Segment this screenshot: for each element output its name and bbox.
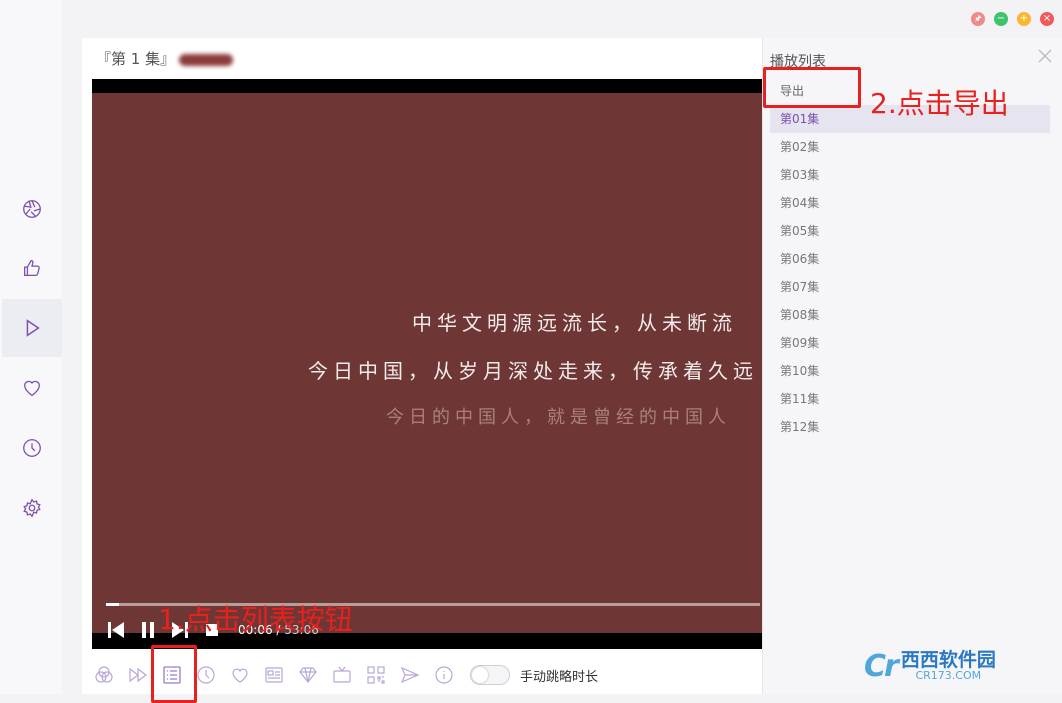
id-card-icon [265,667,283,683]
video-player[interactable]: 中华文明源远流长，从未断流 今日中国，从岁月深处走来，传承着久远 今日的中国人，… [92,79,768,649]
playlist-button-highlight-box [151,645,197,703]
filter-button[interactable] [92,663,116,687]
clock-icon [197,666,215,684]
video-frame: 中华文明源远流长，从未断流 今日中国，从岁月深处走来，传承着久远 今日的中国人，… [92,93,768,633]
qr-code-icon [367,666,385,684]
close-button[interactable]: × [1040,12,1054,26]
close-icon[interactable] [1037,48,1053,64]
heart-icon [24,380,40,397]
watermark-main: 西西软件园 [900,649,996,671]
qr-code-button[interactable] [364,663,388,687]
skip-forward-icon [129,667,147,683]
aperture-icon [23,200,41,218]
pin-button[interactable]: 🖈 [971,12,985,26]
subtitle-line-2: 今日中国，从岁月深处走来，传承着久远 [308,359,758,383]
history-button[interactable] [194,663,218,687]
vip-button[interactable] [296,663,320,687]
sidebar-item-player[interactable] [2,299,62,357]
sidebar-item-recommend[interactable] [2,239,62,297]
skip-duration-label: 手动跳略时长 [520,669,599,685]
list-item[interactable]: 第12集 [770,413,1050,441]
list-item[interactable]: 第02集 [770,133,1050,161]
share-button[interactable] [398,663,422,687]
subtitle-line-3: 今日的中国人，就是曾经的中国人 [386,407,731,428]
play-icon [26,319,40,337]
subtitle-line-1: 中华文明源远流长，从未断流 [412,311,737,335]
list-item[interactable]: 第09集 [770,329,1050,357]
progress-fill [106,603,120,606]
sidebar [0,0,62,694]
watermark-sub: CR173.COM [915,669,982,682]
pause-icon [142,622,154,638]
gear-icon [23,498,41,518]
list-item[interactable]: 第08集 [770,301,1050,329]
export-highlight-box [763,67,861,108]
annotation-step-1: 1.点击列表按钮 [158,603,353,636]
video-title-text: 『第 1 集』 [96,50,176,68]
diamond-icon [299,667,317,683]
pin-icon: 🖈 [974,14,982,23]
tv-icon [333,666,351,683]
sidebar-item-favorites[interactable] [2,359,62,417]
watermark: Cr 西西软件园 CR173.COM [864,646,1042,686]
info-card-button[interactable] [262,663,286,687]
watermark-text: 西西软件园 CR173.COM [900,649,996,682]
favorite-button[interactable] [228,663,252,687]
list-item[interactable]: 第03集 [770,161,1050,189]
fast-forward-button[interactable] [126,663,150,687]
previous-button[interactable] [104,618,128,642]
title-redaction [179,53,234,66]
clock-icon [23,439,41,457]
skip-back-icon [108,622,124,638]
list-item[interactable]: 第11集 [770,385,1050,413]
minimize-button[interactable]: − [994,12,1008,26]
player-panel: 『第 1 集』 中华文明源远流长，从未断流 今日中国，从岁月深处走来，传承着久远… [82,38,772,694]
minimize-icon: − [996,13,1006,24]
video-title: 『第 1 集』 [96,48,234,69]
info-icon [435,666,453,684]
info-button[interactable] [432,663,456,687]
thumbs-up-icon [24,260,40,276]
list-item[interactable]: 第04集 [770,189,1050,217]
pause-button[interactable] [136,618,160,642]
tv-button[interactable] [330,663,354,687]
watermark-logo: Cr [864,648,899,684]
close-icon: × [1042,13,1052,24]
skip-duration-toggle[interactable] [470,665,510,685]
send-icon [400,666,420,684]
sidebar-item-history[interactable] [2,419,62,477]
heart-icon [232,668,248,683]
list-item[interactable]: 第10集 [770,357,1050,385]
episode-list: 第01集 第02集 第03集 第04集 第05集 第06集 第07集 第08集 … [770,105,1050,441]
list-item[interactable]: 第05集 [770,217,1050,245]
sidebar-item-settings[interactable] [2,479,62,537]
maximize-icon: + [1019,13,1029,24]
sidebar-item-discover[interactable] [2,180,62,238]
playlist-panel: 播放列表 导出 第01集 第02集 第03集 第04集 第05集 第06集 第0… [762,38,1062,694]
annotation-step-2: 2.点击导出 [870,87,1009,120]
list-item[interactable]: 第07集 [770,273,1050,301]
window-controls: 🖈 − + × [971,12,1054,26]
maximize-button[interactable]: + [1017,12,1031,26]
list-item[interactable]: 第06集 [770,245,1050,273]
filter-icon [95,666,113,683]
